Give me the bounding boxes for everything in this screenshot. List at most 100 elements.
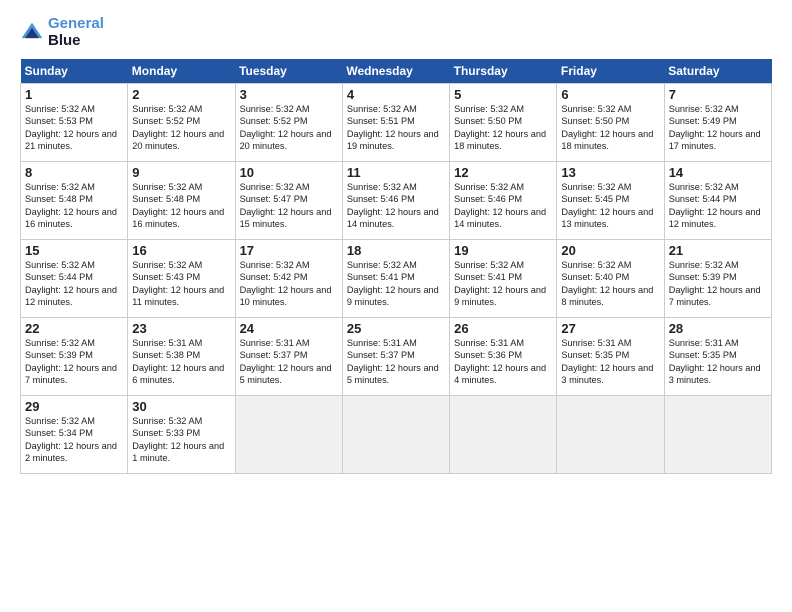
day-number: 9 (132, 165, 230, 180)
day-cell-7: 7 Sunrise: 5:32 AMSunset: 5:49 PMDayligh… (664, 84, 771, 162)
day-cell-30: 30 Sunrise: 5:32 AMSunset: 5:33 PMDaylig… (128, 396, 235, 474)
logo-text: General Blue (48, 16, 104, 49)
day-info: Sunrise: 5:32 AMSunset: 5:34 PMDaylight:… (25, 415, 123, 465)
day-cell-4: 4 Sunrise: 5:32 AMSunset: 5:51 PMDayligh… (342, 84, 449, 162)
calendar-body: 1 Sunrise: 5:32 AMSunset: 5:53 PMDayligh… (21, 84, 772, 474)
day-info: Sunrise: 5:31 AMSunset: 5:36 PMDaylight:… (454, 337, 552, 387)
empty-cell (557, 396, 664, 474)
day-cell-19: 19 Sunrise: 5:32 AMSunset: 5:41 PMDaylig… (450, 240, 557, 318)
day-number: 12 (454, 165, 552, 180)
day-number: 1 (25, 87, 123, 102)
day-info: Sunrise: 5:32 AMSunset: 5:41 PMDaylight:… (347, 259, 445, 309)
day-cell-15: 15 Sunrise: 5:32 AMSunset: 5:44 PMDaylig… (21, 240, 128, 318)
day-cell-24: 24 Sunrise: 5:31 AMSunset: 5:37 PMDaylig… (235, 318, 342, 396)
day-number: 26 (454, 321, 552, 336)
day-cell-23: 23 Sunrise: 5:31 AMSunset: 5:38 PMDaylig… (128, 318, 235, 396)
day-info: Sunrise: 5:32 AMSunset: 5:39 PMDaylight:… (25, 337, 123, 387)
weekday-thursday: Thursday (450, 59, 557, 84)
day-number: 7 (669, 87, 767, 102)
day-info: Sunrise: 5:32 AMSunset: 5:46 PMDaylight:… (347, 181, 445, 231)
day-cell-28: 28 Sunrise: 5:31 AMSunset: 5:35 PMDaylig… (664, 318, 771, 396)
logo: General Blue (20, 16, 104, 49)
day-number: 5 (454, 87, 552, 102)
empty-cell (342, 396, 449, 474)
calendar-week-1: 1 Sunrise: 5:32 AMSunset: 5:53 PMDayligh… (21, 84, 772, 162)
day-cell-8: 8 Sunrise: 5:32 AMSunset: 5:48 PMDayligh… (21, 162, 128, 240)
day-cell-9: 9 Sunrise: 5:32 AMSunset: 5:48 PMDayligh… (128, 162, 235, 240)
day-cell-13: 13 Sunrise: 5:32 AMSunset: 5:45 PMDaylig… (557, 162, 664, 240)
weekday-header: SundayMondayTuesdayWednesdayThursdayFrid… (21, 59, 772, 84)
day-cell-18: 18 Sunrise: 5:32 AMSunset: 5:41 PMDaylig… (342, 240, 449, 318)
weekday-saturday: Saturday (664, 59, 771, 84)
day-cell-20: 20 Sunrise: 5:32 AMSunset: 5:40 PMDaylig… (557, 240, 664, 318)
day-info: Sunrise: 5:31 AMSunset: 5:38 PMDaylight:… (132, 337, 230, 387)
day-number: 16 (132, 243, 230, 258)
day-cell-10: 10 Sunrise: 5:32 AMSunset: 5:47 PMDaylig… (235, 162, 342, 240)
empty-cell (450, 396, 557, 474)
day-number: 10 (240, 165, 338, 180)
day-info: Sunrise: 5:31 AMSunset: 5:35 PMDaylight:… (669, 337, 767, 387)
day-info: Sunrise: 5:32 AMSunset: 5:52 PMDaylight:… (132, 103, 230, 153)
day-info: Sunrise: 5:32 AMSunset: 5:33 PMDaylight:… (132, 415, 230, 465)
day-number: 29 (25, 399, 123, 414)
day-number: 21 (669, 243, 767, 258)
day-cell-21: 21 Sunrise: 5:32 AMSunset: 5:39 PMDaylig… (664, 240, 771, 318)
day-info: Sunrise: 5:32 AMSunset: 5:46 PMDaylight:… (454, 181, 552, 231)
day-info: Sunrise: 5:32 AMSunset: 5:51 PMDaylight:… (347, 103, 445, 153)
day-cell-11: 11 Sunrise: 5:32 AMSunset: 5:46 PMDaylig… (342, 162, 449, 240)
page: General Blue SundayMondayTuesdayWednesda… (0, 0, 792, 484)
day-cell-17: 17 Sunrise: 5:32 AMSunset: 5:42 PMDaylig… (235, 240, 342, 318)
day-number: 19 (454, 243, 552, 258)
weekday-wednesday: Wednesday (342, 59, 449, 84)
weekday-monday: Monday (128, 59, 235, 84)
day-number: 3 (240, 87, 338, 102)
day-number: 4 (347, 87, 445, 102)
day-number: 28 (669, 321, 767, 336)
day-number: 8 (25, 165, 123, 180)
day-number: 15 (25, 243, 123, 258)
day-number: 14 (669, 165, 767, 180)
day-info: Sunrise: 5:32 AMSunset: 5:39 PMDaylight:… (669, 259, 767, 309)
day-info: Sunrise: 5:32 AMSunset: 5:44 PMDaylight:… (25, 259, 123, 309)
day-cell-27: 27 Sunrise: 5:31 AMSunset: 5:35 PMDaylig… (557, 318, 664, 396)
day-info: Sunrise: 5:32 AMSunset: 5:41 PMDaylight:… (454, 259, 552, 309)
calendar-week-3: 15 Sunrise: 5:32 AMSunset: 5:44 PMDaylig… (21, 240, 772, 318)
day-info: Sunrise: 5:32 AMSunset: 5:53 PMDaylight:… (25, 103, 123, 153)
day-info: Sunrise: 5:32 AMSunset: 5:50 PMDaylight:… (454, 103, 552, 153)
day-info: Sunrise: 5:31 AMSunset: 5:35 PMDaylight:… (561, 337, 659, 387)
day-info: Sunrise: 5:31 AMSunset: 5:37 PMDaylight:… (347, 337, 445, 387)
logo-icon (20, 21, 44, 45)
day-cell-12: 12 Sunrise: 5:32 AMSunset: 5:46 PMDaylig… (450, 162, 557, 240)
calendar-week-5: 29 Sunrise: 5:32 AMSunset: 5:34 PMDaylig… (21, 396, 772, 474)
day-info: Sunrise: 5:32 AMSunset: 5:44 PMDaylight:… (669, 181, 767, 231)
day-cell-26: 26 Sunrise: 5:31 AMSunset: 5:36 PMDaylig… (450, 318, 557, 396)
day-info: Sunrise: 5:32 AMSunset: 5:49 PMDaylight:… (669, 103, 767, 153)
day-cell-14: 14 Sunrise: 5:32 AMSunset: 5:44 PMDaylig… (664, 162, 771, 240)
day-info: Sunrise: 5:32 AMSunset: 5:48 PMDaylight:… (132, 181, 230, 231)
day-number: 30 (132, 399, 230, 414)
day-number: 11 (347, 165, 445, 180)
day-info: Sunrise: 5:32 AMSunset: 5:52 PMDaylight:… (240, 103, 338, 153)
day-info: Sunrise: 5:32 AMSunset: 5:48 PMDaylight:… (25, 181, 123, 231)
day-info: Sunrise: 5:32 AMSunset: 5:50 PMDaylight:… (561, 103, 659, 153)
day-info: Sunrise: 5:32 AMSunset: 5:43 PMDaylight:… (132, 259, 230, 309)
day-info: Sunrise: 5:32 AMSunset: 5:45 PMDaylight:… (561, 181, 659, 231)
day-info: Sunrise: 5:31 AMSunset: 5:37 PMDaylight:… (240, 337, 338, 387)
header: General Blue (20, 16, 772, 49)
day-cell-25: 25 Sunrise: 5:31 AMSunset: 5:37 PMDaylig… (342, 318, 449, 396)
day-cell-1: 1 Sunrise: 5:32 AMSunset: 5:53 PMDayligh… (21, 84, 128, 162)
day-cell-3: 3 Sunrise: 5:32 AMSunset: 5:52 PMDayligh… (235, 84, 342, 162)
day-number: 2 (132, 87, 230, 102)
calendar-table: SundayMondayTuesdayWednesdayThursdayFrid… (20, 59, 772, 474)
calendar-week-2: 8 Sunrise: 5:32 AMSunset: 5:48 PMDayligh… (21, 162, 772, 240)
day-number: 13 (561, 165, 659, 180)
day-number: 22 (25, 321, 123, 336)
calendar-week-4: 22 Sunrise: 5:32 AMSunset: 5:39 PMDaylig… (21, 318, 772, 396)
day-number: 23 (132, 321, 230, 336)
weekday-tuesday: Tuesday (235, 59, 342, 84)
day-cell-2: 2 Sunrise: 5:32 AMSunset: 5:52 PMDayligh… (128, 84, 235, 162)
empty-cell (235, 396, 342, 474)
day-number: 24 (240, 321, 338, 336)
day-info: Sunrise: 5:32 AMSunset: 5:42 PMDaylight:… (240, 259, 338, 309)
day-cell-5: 5 Sunrise: 5:32 AMSunset: 5:50 PMDayligh… (450, 84, 557, 162)
